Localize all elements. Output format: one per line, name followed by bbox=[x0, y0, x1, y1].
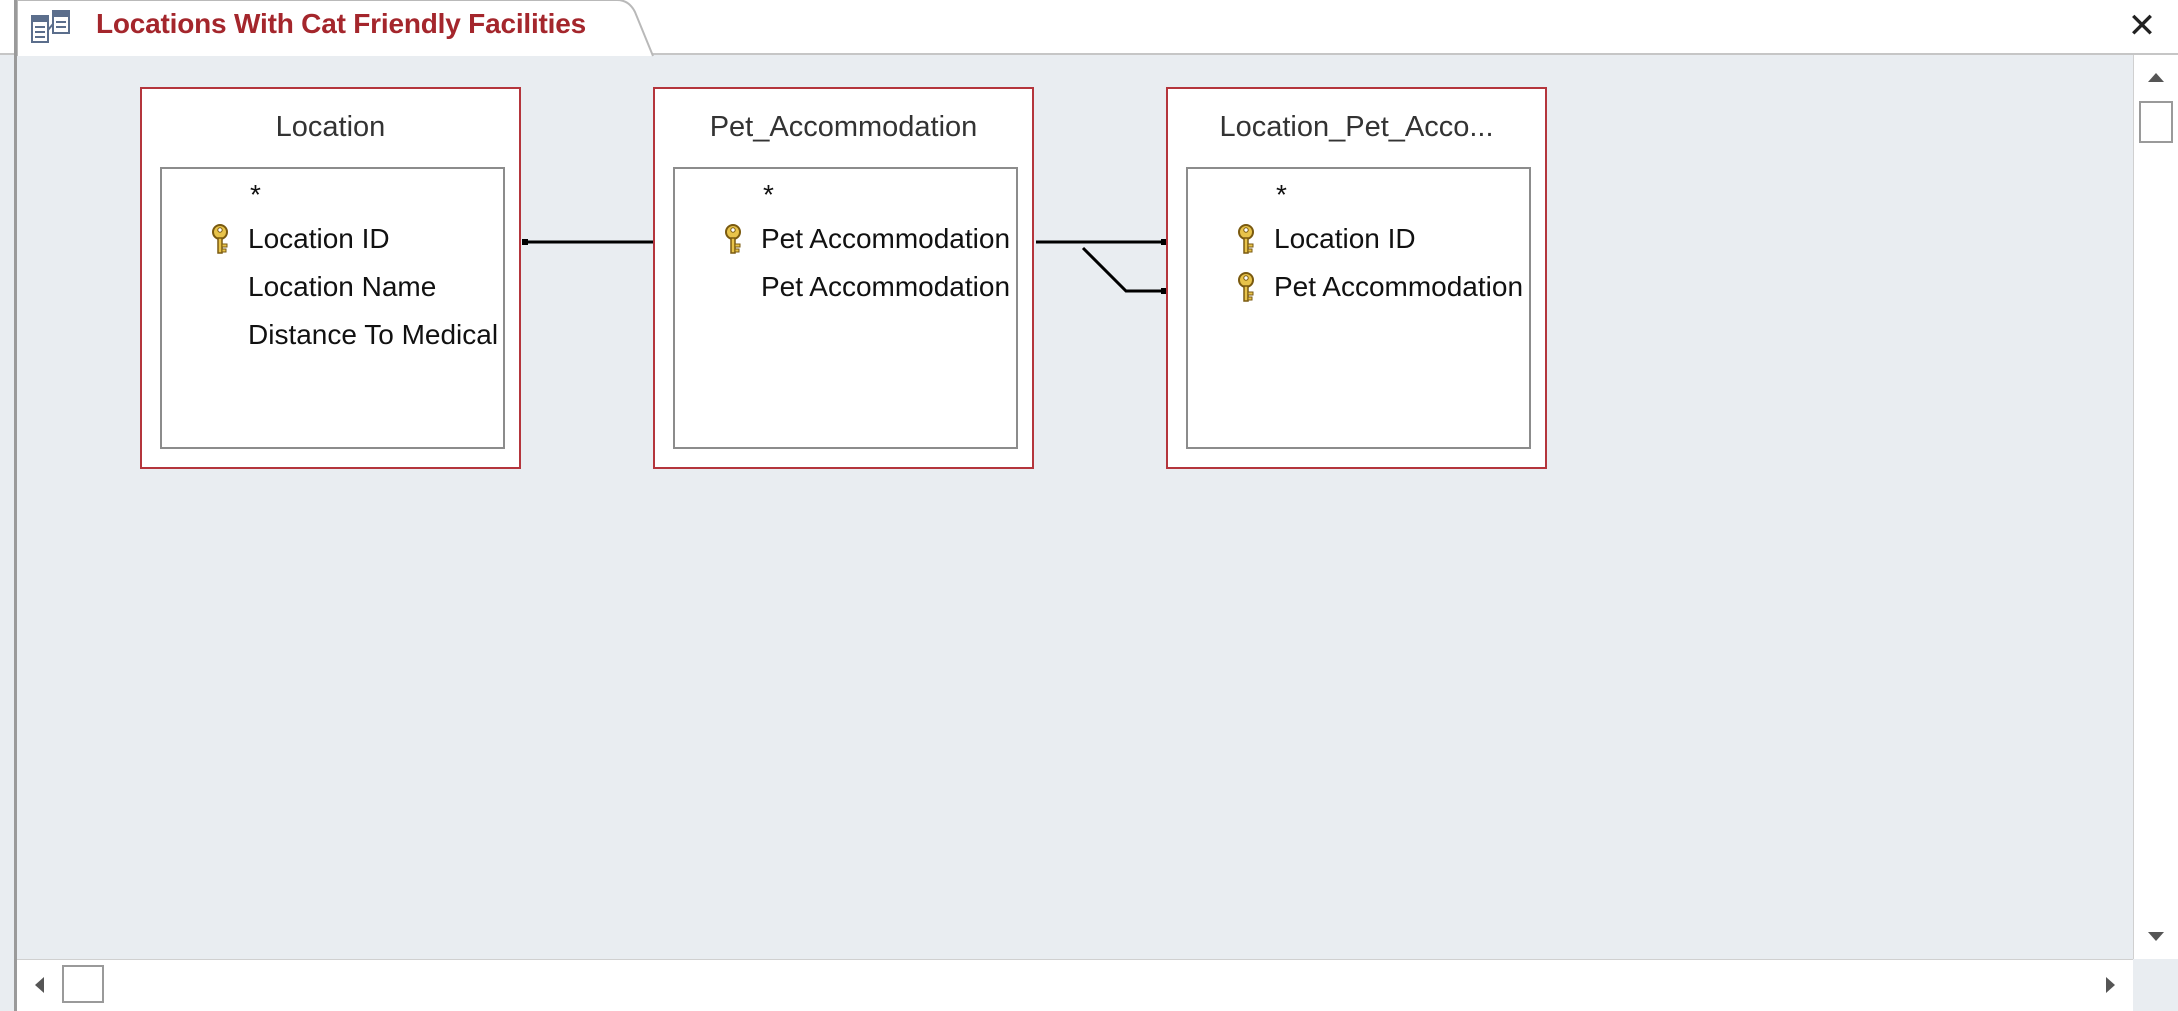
scroll-left-button[interactable] bbox=[17, 960, 61, 1010]
table-pet-accommodation[interactable]: Pet_Accommodation * Pet Accommodation ID… bbox=[653, 87, 1034, 469]
horizontal-scroll-thumb[interactable] bbox=[62, 965, 104, 1003]
scrollbar-corner bbox=[2133, 959, 2178, 1011]
arrow-up-icon bbox=[2148, 73, 2164, 82]
field-location-name[interactable]: Location Name bbox=[162, 267, 503, 307]
scroll-up-button[interactable] bbox=[2134, 55, 2178, 99]
horizontal-scrollbar[interactable] bbox=[17, 959, 2133, 1011]
relationship-line-location-id[interactable] bbox=[1036, 239, 1167, 245]
primary-key-icon bbox=[212, 224, 228, 254]
scroll-right-button[interactable] bbox=[2089, 960, 2133, 1010]
close-icon[interactable]: ✕ bbox=[2122, 4, 2162, 48]
relationships-icon bbox=[31, 10, 70, 43]
field-pet-accommodation-id[interactable]: Pet Accommodation ID bbox=[675, 219, 1016, 259]
field-all[interactable]: * bbox=[162, 173, 503, 213]
document-tab[interactable]: Locations With Cat Friendly Facilities bbox=[17, 0, 654, 57]
field-location-id[interactable]: Location ID bbox=[162, 219, 503, 259]
field-label: * bbox=[250, 179, 261, 210]
table-location-pet-accommodation[interactable]: Location_Pet_Acco... * Location ID Pet A… bbox=[1166, 87, 1547, 469]
field-label: Distance To Medical Facility bbox=[248, 319, 503, 350]
tab-title: Locations With Cat Friendly Facilities bbox=[96, 8, 587, 39]
table-title: Pet_Accommodation bbox=[709, 111, 978, 143]
field-all[interactable]: * bbox=[1188, 173, 1529, 213]
field-list: * Location ID Location Name Distance To … bbox=[160, 167, 505, 449]
arrow-right-icon bbox=[2106, 977, 2115, 993]
field-list: * Pet Accommodation ID Pet Accommodation bbox=[673, 167, 1018, 449]
field-label: Location ID bbox=[248, 223, 390, 254]
table-location[interactable]: Location * Location ID Location Name Dis… bbox=[140, 87, 521, 469]
field-label: Pet Accommodation ID bbox=[1274, 271, 1531, 302]
field-label: Pet Accommodation ID bbox=[761, 223, 1018, 254]
relationship-line-location-to-pet-accommodation[interactable] bbox=[522, 239, 653, 245]
field-distance-to-medical-facility[interactable]: Distance To Medical Facility bbox=[162, 315, 503, 355]
table-title: Location bbox=[275, 111, 386, 143]
field-all[interactable]: * bbox=[675, 173, 1016, 213]
field-label: * bbox=[1276, 179, 1287, 210]
primary-key-icon bbox=[1238, 272, 1254, 302]
primary-key-icon bbox=[725, 224, 741, 254]
table-title: Location_Pet_Acco... bbox=[1219, 111, 1494, 143]
vertical-scrollbar[interactable] bbox=[2133, 55, 2178, 959]
field-pet-accommodation[interactable]: Pet Accommodation bbox=[675, 267, 1016, 307]
field-label: * bbox=[763, 179, 774, 210]
field-label: Pet Accommodation bbox=[761, 271, 1011, 302]
arrow-left-icon bbox=[35, 977, 44, 993]
vertical-scroll-thumb[interactable] bbox=[2139, 101, 2173, 143]
scroll-down-button[interactable] bbox=[2134, 915, 2178, 959]
arrow-down-icon bbox=[2148, 932, 2164, 941]
field-location-id[interactable]: Location ID bbox=[1188, 219, 1529, 259]
primary-key-icon bbox=[1238, 224, 1254, 254]
field-list: * Location ID Pet Accommodation ID bbox=[1186, 167, 1531, 449]
field-label: Location Name bbox=[248, 271, 437, 302]
relationship-line-pet-accommodation-id[interactable] bbox=[1081, 246, 1167, 294]
field-label: Location ID bbox=[1274, 223, 1416, 254]
relationship-canvas: Location * Location ID Location Name Dis… bbox=[17, 55, 2133, 959]
field-pet-accommodation-id[interactable]: Pet Accommodation ID bbox=[1188, 267, 1529, 307]
